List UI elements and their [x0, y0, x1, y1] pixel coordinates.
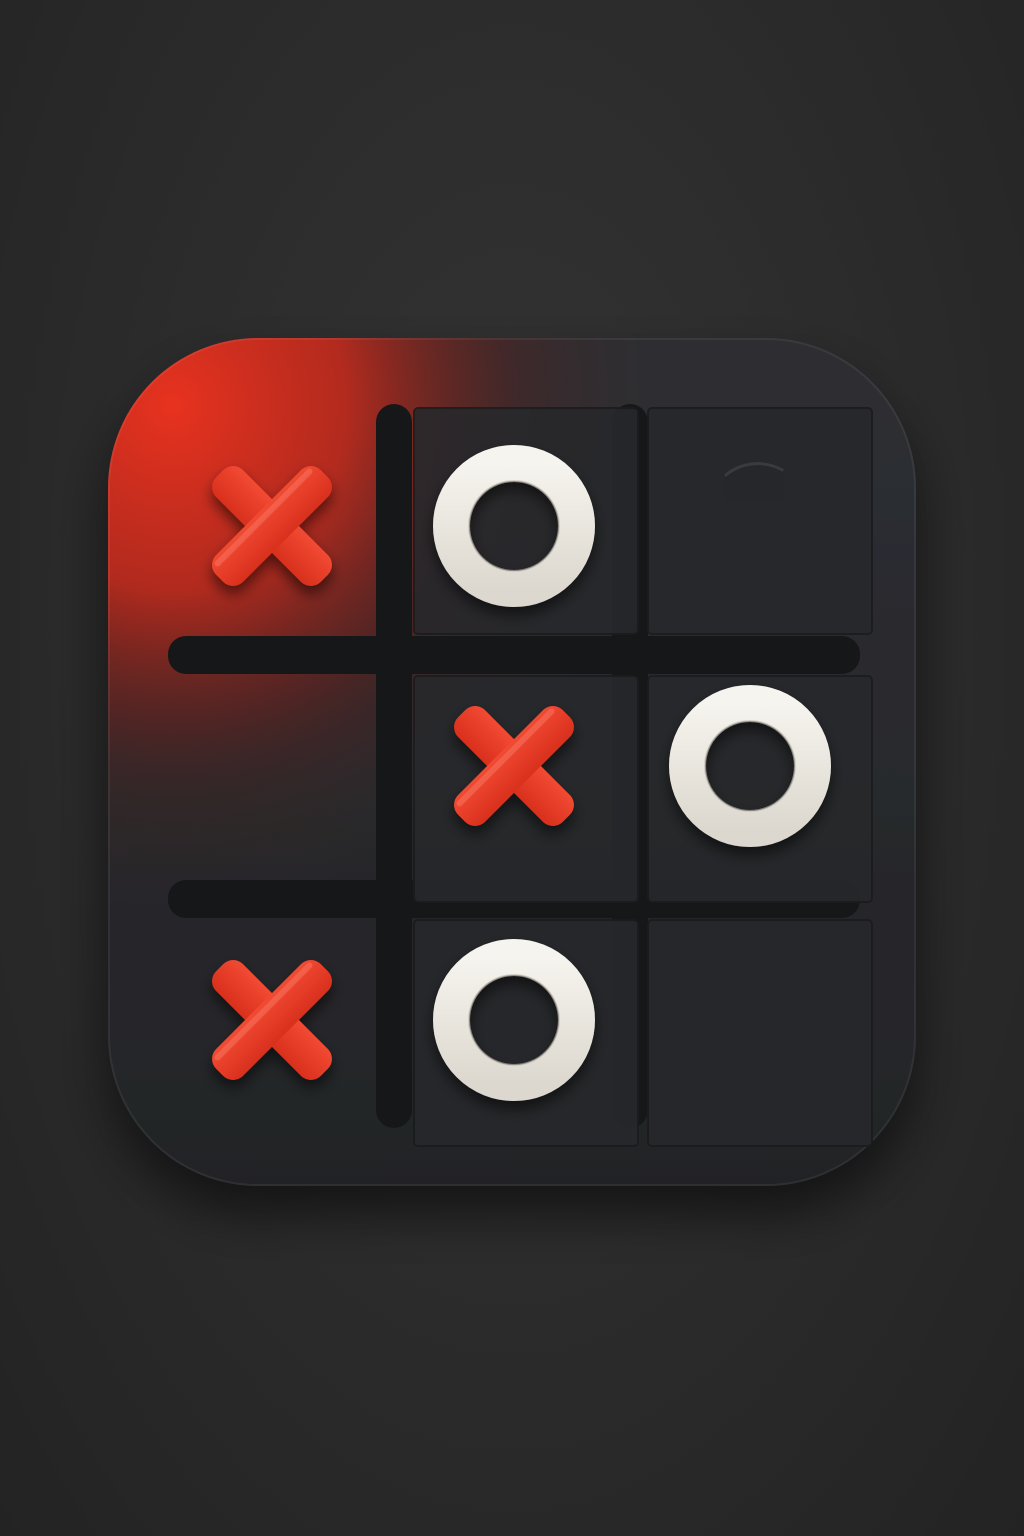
decorative-dimple	[724, 462, 784, 500]
tic-tac-toe-app-icon[interactable]	[0, 0, 1024, 1536]
app-icon-stage	[0, 0, 1024, 1536]
grid-groove-horizontal-top	[168, 636, 860, 674]
board-cell-0-2[interactable]	[647, 407, 873, 635]
board-cell-2-2[interactable]	[647, 919, 873, 1147]
